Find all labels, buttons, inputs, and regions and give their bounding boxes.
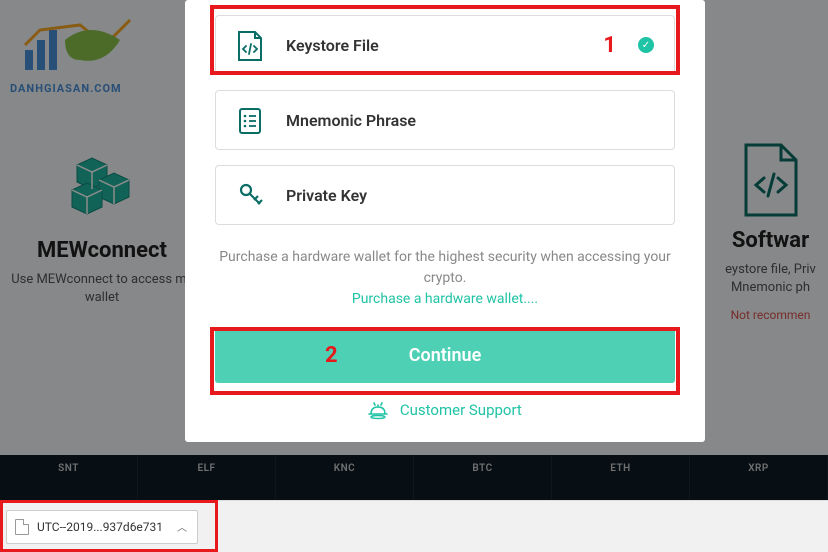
option-label: Private Key: [286, 186, 367, 205]
mnemonic-icon: [236, 105, 264, 135]
download-item[interactable]: UTC--2019...937d6e731 ︿: [6, 510, 198, 544]
annotation-1: 1: [603, 33, 616, 58]
purchase-text: Purchase a hardware wallet for the highe…: [215, 247, 675, 310]
bell-icon: [368, 402, 388, 420]
file-icon: [15, 519, 29, 535]
option-keystore-file[interactable]: Keystore File 1 ✓: [215, 15, 675, 75]
continue-label: Continue: [409, 345, 482, 366]
private-key-icon: [236, 180, 264, 210]
annotation-2: 2: [325, 343, 338, 368]
support-link[interactable]: Customer Support: [400, 401, 522, 419]
download-filename: UTC--2019...937d6e731: [37, 520, 163, 534]
continue-button[interactable]: 2 Continue: [215, 328, 675, 383]
customer-support[interactable]: Customer Support: [215, 401, 675, 420]
option-mnemonic-phrase[interactable]: Mnemonic Phrase: [215, 90, 675, 150]
option-label: Keystore File: [286, 36, 379, 55]
option-label: Mnemonic Phrase: [286, 111, 416, 130]
check-icon: ✓: [638, 37, 654, 53]
option-private-key[interactable]: Private Key: [215, 165, 675, 225]
keystore-file-icon: [236, 30, 264, 60]
purchase-link[interactable]: Purchase a hardware wallet....: [352, 291, 538, 307]
access-wallet-modal: Keystore File 1 ✓ Mnemonic Phrase Privat…: [185, 0, 705, 442]
chevron-up-icon[interactable]: ︿: [177, 519, 187, 534]
browser-download-bar: UTC--2019...937d6e731 ︿: [0, 500, 828, 552]
